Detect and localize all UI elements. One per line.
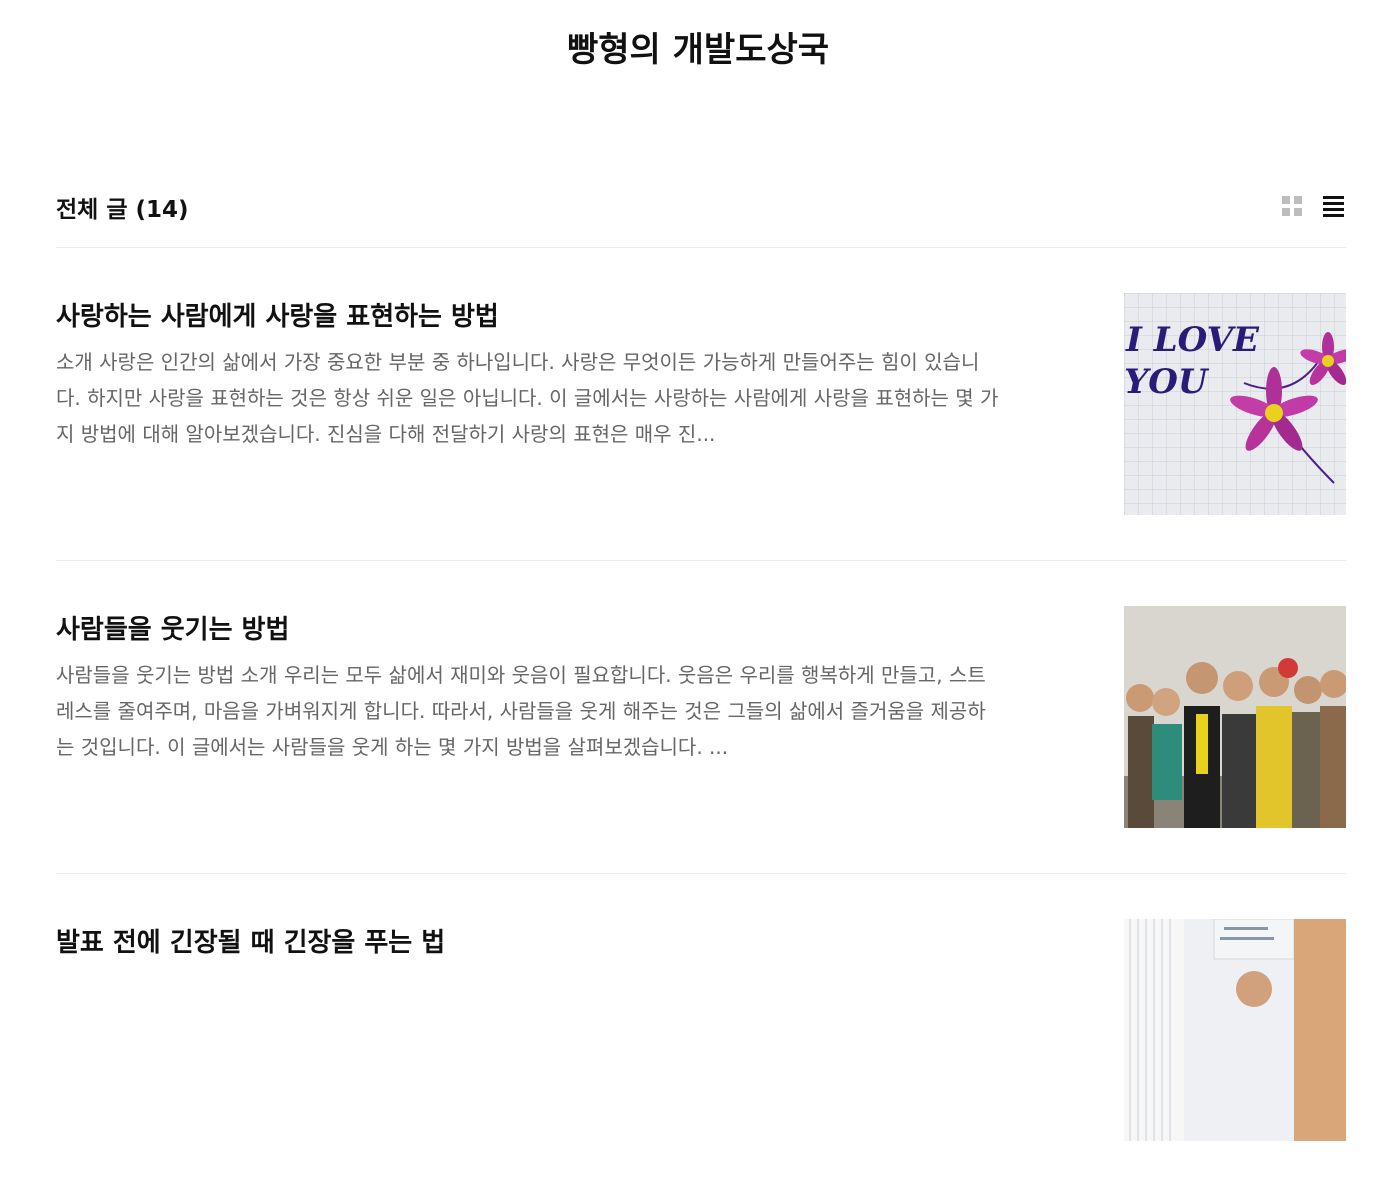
svg-text:I LOVE: I LOVE — [1125, 320, 1260, 360]
post-item[interactable]: 사랑하는 사람에게 사랑을 표현하는 방법 소개 사랑은 인간의 삶에서 가장 … — [56, 248, 1346, 561]
post-item[interactable]: 사람들을 웃기는 방법 사람들을 웃기는 방법 소개 우리는 모두 삶에서 재미… — [56, 561, 1346, 874]
post-title[interactable]: 사람들을 웃기는 방법 — [56, 609, 1016, 646]
view-toggle — [1280, 194, 1346, 218]
list-view-icon[interactable] — [1322, 194, 1346, 218]
post-excerpt: 사람들을 웃기는 방법 소개 우리는 모두 삶에서 재미와 웃음이 필요합니다.… — [56, 663, 986, 759]
post-title[interactable]: 사랑하는 사람에게 사랑을 표현하는 방법 — [56, 296, 1016, 333]
blog-header: 빵형의 개발도상국 — [0, 0, 1396, 90]
svg-text:YOU: YOU — [1124, 362, 1210, 402]
post-list: 사랑하는 사람에게 사랑을 표현하는 방법 소개 사랑은 인간의 삶에서 가장 … — [56, 248, 1346, 1186]
post-title[interactable]: 발표 전에 긴장될 때 긴장을 푸는 법 — [56, 922, 1016, 959]
grid-view-icon[interactable] — [1280, 194, 1304, 218]
blog-title[interactable]: 빵형의 개발도상국 — [0, 22, 1396, 71]
post-item[interactable]: 발표 전에 긴장될 때 긴장을 푸는 법 — [56, 874, 1346, 1186]
post-excerpt: 소개 사랑은 인간의 삶에서 가장 중요한 부분 중 하나입니다. 사랑은 무엇… — [56, 350, 999, 446]
post-thumbnail[interactable]: I LOVE YOU — [1124, 293, 1346, 515]
post-thumbnail[interactable] — [1124, 919, 1346, 1141]
category-label: 전체 글 (14) — [56, 197, 189, 223]
list-header: 전체 글 (14) — [56, 184, 1346, 248]
post-thumbnail[interactable] — [1124, 606, 1346, 828]
